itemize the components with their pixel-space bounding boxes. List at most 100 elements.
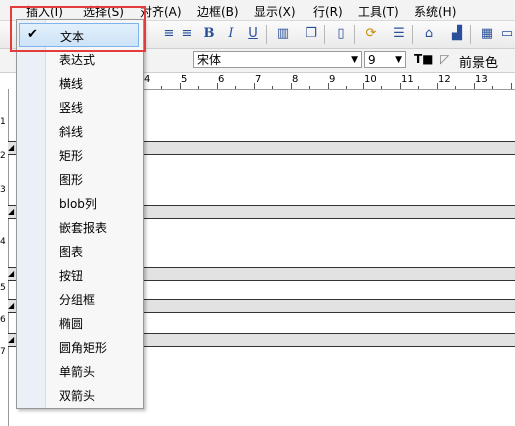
- vruler-number: 5: [0, 283, 6, 293]
- menu-tools[interactable]: 工具(T): [358, 3, 399, 20]
- menu-item-label: blob列: [59, 197, 97, 211]
- ruler-tick: [180, 83, 181, 89]
- menu-item-label: 双箭头: [59, 389, 96, 403]
- ruler-tick: [455, 86, 456, 89]
- toolbar-separator: [412, 25, 413, 44]
- ruler-tick: [381, 86, 382, 89]
- font-name-combo[interactable]: 宋体 ▼: [193, 51, 362, 68]
- ruler-number: 13: [475, 74, 488, 85]
- bank-icon[interactable]: ⌂: [420, 25, 438, 43]
- menu-item-nested-report[interactable]: 嵌套报表: [19, 215, 139, 237]
- menu-item-vline[interactable]: 竖线: [19, 95, 139, 117]
- menu-item-label: 椭圆: [59, 317, 84, 331]
- menu-align[interactable]: 对齐(A): [140, 3, 182, 20]
- ruler-tick: [418, 86, 419, 89]
- ruler-tick: [474, 83, 475, 89]
- ruler-number: 8: [292, 74, 299, 85]
- vertical-ruler: 1 2 3 4 5 6 7: [0, 89, 9, 426]
- menu-item-single-arrow[interactable]: 单箭头: [19, 359, 139, 381]
- horizontal-ruler: 4 5 6 7 8 9 10 11 12 13: [143, 73, 515, 90]
- vruler-number: 6: [0, 315, 6, 325]
- menu-item-diagonal[interactable]: 斜线: [19, 119, 139, 141]
- toolbar-separator: [324, 25, 325, 44]
- ruler-tick: [511, 83, 512, 89]
- ruler-tick: [437, 83, 438, 89]
- menu-item-rounded-rectangle[interactable]: 圆角矩形: [19, 335, 139, 357]
- toolbar-separator: [354, 25, 355, 44]
- ruler-tick: [198, 86, 199, 89]
- menu-item-label: 嵌套报表: [59, 221, 108, 235]
- bold-icon[interactable]: B: [200, 25, 218, 43]
- fg-color-icon[interactable]: ◸: [440, 52, 449, 66]
- ruler-tick: [363, 83, 364, 89]
- vruler-number: 7: [0, 347, 6, 357]
- menu-item-label: 图形: [59, 173, 84, 187]
- menu-item-label: 单箭头: [59, 365, 96, 379]
- ruler-number: 4: [144, 74, 151, 85]
- grid-icon[interactable]: ▦: [478, 25, 496, 43]
- ruler-number: 9: [329, 74, 336, 85]
- chart-icon[interactable]: ▟: [448, 25, 466, 43]
- ruler-tick: [309, 86, 310, 89]
- menu-border[interactable]: 边框(B): [197, 3, 239, 20]
- ruler-tick: [235, 86, 236, 89]
- menu-item-hline[interactable]: 横线: [19, 71, 139, 93]
- refresh-icon[interactable]: ⟳: [362, 25, 380, 43]
- menu-item-graphic[interactable]: 图形: [19, 167, 139, 189]
- columns-icon[interactable]: ▥: [274, 25, 292, 43]
- insert-menu: ✔ 文本 表达式 横线 竖线 斜线 矩形 图形 blob列 嵌套报表 图表 按钮…: [16, 19, 144, 409]
- ruler-tick: [291, 83, 292, 89]
- lines-icon[interactable]: ☰: [390, 25, 408, 43]
- menu-item-blob-column[interactable]: blob列: [19, 191, 139, 213]
- fg-color-label[interactable]: 前景色: [459, 52, 498, 71]
- align-right-icon[interactable]: ≡: [178, 25, 196, 43]
- band-marker-icon: ◢: [8, 143, 15, 152]
- menu-item-double-arrow[interactable]: 双箭头: [19, 383, 139, 405]
- ruler-number: 11: [401, 74, 414, 85]
- menu-row[interactable]: 行(R): [313, 3, 343, 20]
- vruler-number: 4: [0, 237, 6, 247]
- copy-icon[interactable]: ❐: [302, 25, 320, 43]
- menu-system[interactable]: 系统(H): [414, 3, 456, 20]
- menu-item-label: 矩形: [59, 149, 84, 163]
- ruler-tick: [217, 83, 218, 89]
- ruler-tick: [254, 83, 255, 89]
- toolbar-separator: [470, 25, 471, 44]
- text-color-icon[interactable]: T■: [414, 52, 434, 66]
- toolbar-separator: [266, 25, 267, 44]
- band-marker-icon: ◢: [8, 207, 15, 216]
- page-icon[interactable]: ▯: [332, 25, 350, 43]
- italic-icon[interactable]: I: [222, 25, 240, 43]
- ruler-tick: [400, 83, 401, 89]
- ruler-number: 6: [218, 74, 225, 85]
- menu-display[interactable]: 显示(X): [254, 3, 296, 20]
- menu-item-group-box[interactable]: 分组框: [19, 287, 139, 309]
- underline-icon[interactable]: U: [244, 25, 262, 43]
- ruler-tick: [328, 83, 329, 89]
- chevron-down-icon: ▼: [395, 55, 402, 65]
- font-name-value: 宋体: [197, 53, 222, 67]
- menu-item-chart[interactable]: 图表: [19, 239, 139, 261]
- font-size-value: 9: [368, 53, 376, 67]
- menu-item-label: 分组框: [59, 293, 96, 307]
- menu-item-ellipse[interactable]: 椭圆: [19, 311, 139, 333]
- ruler-number: 5: [181, 74, 188, 85]
- menu-item-rectangle[interactable]: 矩形: [19, 143, 139, 165]
- font-size-combo[interactable]: 9 ▼: [364, 51, 406, 68]
- ruler-number: 10: [364, 74, 377, 85]
- band-marker-icon: ◢: [8, 301, 15, 310]
- chevron-down-icon: ▼: [351, 55, 358, 65]
- band-marker-icon: ◢: [8, 269, 15, 278]
- ruler-number: 12: [438, 74, 451, 85]
- band-marker-icon: ◢: [8, 335, 15, 344]
- ruler-tick: [161, 86, 162, 89]
- vruler-number: 1: [0, 117, 6, 127]
- align-center-icon[interactable]: ≡: [160, 25, 178, 43]
- menu-item-label: 斜线: [59, 125, 84, 139]
- window-icon[interactable]: ▭: [498, 25, 515, 43]
- ruler-tick: [272, 86, 273, 89]
- menu-item-label: 横线: [59, 77, 84, 91]
- menu-item-button[interactable]: 按钮: [19, 263, 139, 285]
- highlight-box: [10, 6, 146, 52]
- ruler-tick: [492, 86, 493, 89]
